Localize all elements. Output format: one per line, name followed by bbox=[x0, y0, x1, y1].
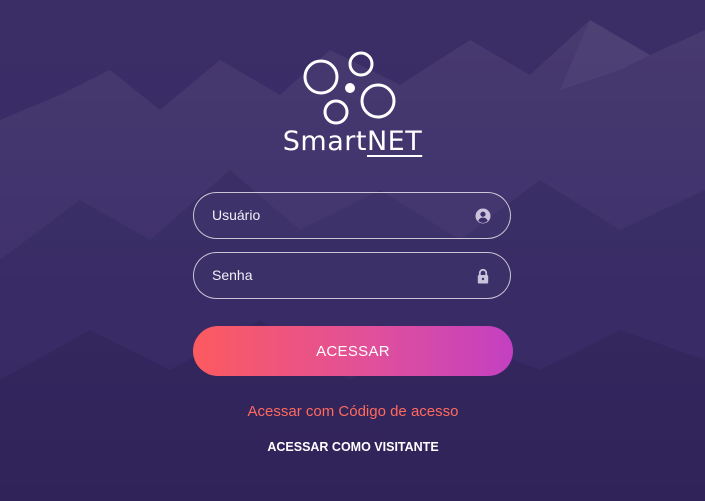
lock-icon bbox=[477, 268, 489, 284]
password-input[interactable] bbox=[212, 253, 462, 297]
login-button[interactable]: ACESSAR bbox=[193, 326, 513, 376]
access-code-link[interactable]: Acessar com Código de acesso bbox=[193, 403, 513, 420]
login-screen: SmartNET ACESSAR Acessar com Código de a… bbox=[0, 0, 705, 501]
logo-text-prefix: Smart bbox=[282, 126, 367, 157]
user-circle-icon bbox=[475, 208, 491, 224]
bubbles-logo-icon bbox=[303, 51, 396, 125]
username-field[interactable] bbox=[193, 192, 511, 239]
visitor-access-link[interactable]: ACESSAR COMO VISITANTE bbox=[193, 440, 513, 454]
username-input[interactable] bbox=[212, 193, 462, 237]
logo-text-highlight: NET bbox=[366, 126, 423, 157]
logo-wordmark: SmartNET bbox=[270, 126, 435, 157]
smartnet-logo: SmartNET bbox=[270, 48, 435, 166]
password-field[interactable] bbox=[193, 252, 511, 299]
